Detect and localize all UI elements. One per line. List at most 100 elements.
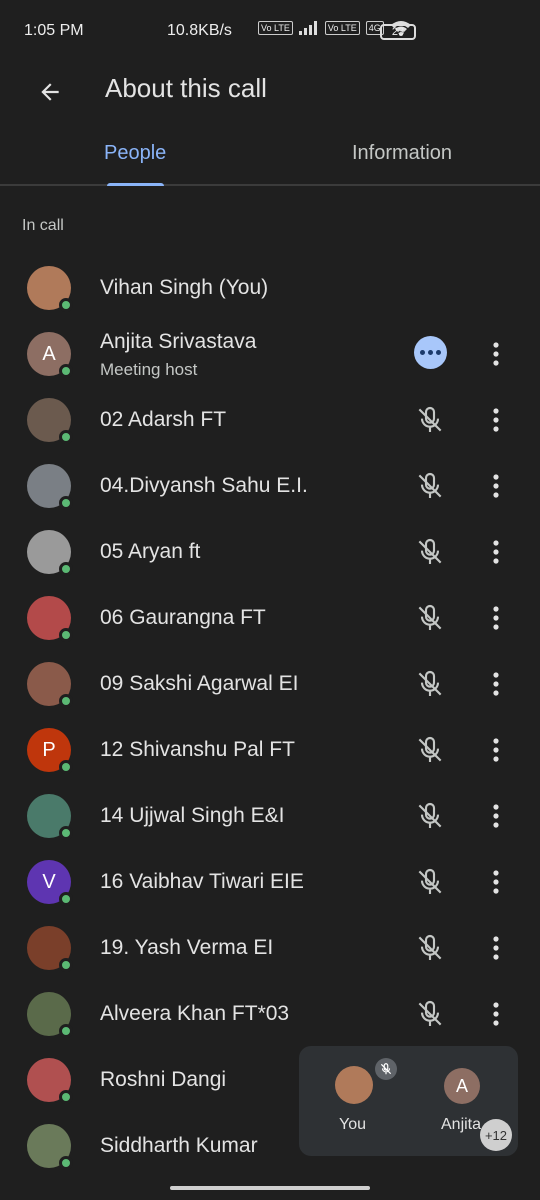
self-video-thumbnail [335, 1066, 373, 1104]
participant-name: 09 Sakshi Agarwal EI [100, 672, 299, 695]
avatar-wrap [27, 530, 73, 576]
participant-row[interactable]: V 16 Vaibhav Tiwari EIE [0, 848, 540, 914]
more-options-button[interactable] [484, 866, 508, 898]
more-options-button[interactable] [484, 932, 508, 964]
more-vert-icon [493, 342, 499, 366]
participant-row[interactable]: 19. Yash Verma EI [0, 914, 540, 980]
avatar-wrap [27, 266, 73, 312]
participant-row[interactable]: 14 Ujjwal Singh E&I [0, 782, 540, 848]
more-vert-icon [493, 672, 499, 696]
status-time: 1:05 PM [24, 22, 84, 39]
participant-name: 04.Divyansh Sahu E.I. [100, 474, 308, 497]
more-vert-icon [493, 1002, 499, 1026]
avatar-wrap [27, 464, 73, 510]
volte-badge-2: Vo LTE [324, 21, 360, 35]
online-status-dot [59, 364, 73, 378]
mic-off-icon [418, 406, 442, 432]
avatar-wrap [27, 992, 73, 1038]
mic-off-icon [418, 604, 442, 630]
more-options-button[interactable] [484, 404, 508, 436]
online-status-dot [59, 694, 73, 708]
battery-indicator: 23 [380, 24, 416, 40]
more-options-button[interactable] [484, 668, 508, 700]
back-button[interactable] [30, 72, 70, 112]
participant-row[interactable]: 05 Aryan ft [0, 518, 540, 584]
mic-off-icon [380, 1063, 392, 1075]
more-vert-icon [493, 804, 499, 828]
online-status-dot [59, 826, 73, 840]
more-options-button[interactable] [484, 800, 508, 832]
online-status-dot [59, 562, 73, 576]
more-vert-icon [493, 408, 499, 432]
more-options-button[interactable] [484, 734, 508, 766]
pip-label-you: You [339, 1116, 366, 1133]
participant-row[interactable]: P 12 Shivanshu Pal FT [0, 716, 540, 782]
participant-name: Roshni Dangi [100, 1068, 227, 1091]
participant-name: 16 Vaibhav Tiwari EIE [100, 870, 304, 893]
tab-people[interactable]: People [104, 142, 166, 165]
self-mic-off-badge [375, 1058, 397, 1080]
avatar-wrap [27, 1058, 73, 1104]
more-options-button[interactable] [484, 602, 508, 634]
tab-information[interactable]: Information [352, 142, 452, 165]
participant-row[interactable]: Vihan Singh (You) [0, 254, 540, 320]
participant-name: 05 Aryan ft [100, 540, 201, 563]
mic-off-icon [418, 934, 442, 960]
avatar-wrap [27, 596, 73, 642]
more-options-button[interactable] [484, 998, 508, 1030]
more-participants-badge: +12 [480, 1119, 512, 1151]
more-options-button[interactable] [484, 536, 508, 568]
home-indicator[interactable] [170, 1186, 370, 1190]
participant-name: 02 Adarsh FT [100, 408, 227, 431]
mic-off-icon [418, 670, 442, 696]
online-status-dot [59, 628, 73, 642]
tab-indicator [107, 183, 164, 186]
avatar-wrap: V [27, 860, 73, 906]
online-status-dot [59, 298, 73, 312]
mic-off-icon [418, 802, 442, 828]
tab-bar: People Information [0, 124, 540, 186]
more-options-button[interactable] [484, 470, 508, 502]
arrow-left-icon [41, 83, 59, 101]
online-status-dot [59, 958, 73, 972]
more-options-button[interactable] [484, 338, 508, 370]
participant-name: Siddharth Kumar [100, 1134, 258, 1157]
app-bar: About this call [0, 64, 540, 124]
call-pip-window[interactable]: You A Anjita +12 [299, 1046, 518, 1156]
participant-row[interactable]: A Anjita Srivastava Meeting host [0, 320, 540, 386]
mic-off-icon [418, 472, 442, 498]
mic-off-icon [418, 538, 442, 564]
mic-off-icon [418, 1000, 442, 1026]
participant-name: 12 Shivanshu Pal FT [100, 738, 295, 761]
online-status-dot [59, 1156, 73, 1170]
participant-row[interactable]: 06 Gaurangna FT [0, 584, 540, 650]
avatar-wrap [27, 794, 73, 840]
participant-name: Anjita Srivastava [100, 330, 257, 353]
online-status-dot [59, 496, 73, 510]
status-speed: 10.8KB/s [167, 22, 232, 39]
online-status-dot [59, 1090, 73, 1104]
volte-badge: Vo LTE [258, 21, 293, 35]
online-status-dot [59, 760, 73, 774]
signal-icon [298, 21, 317, 35]
avatar-wrap [27, 398, 73, 444]
avatar-wrap [27, 926, 73, 972]
avatar-wrap [27, 662, 73, 708]
more-vert-icon [493, 936, 499, 960]
participant-name: 06 Gaurangna FT [100, 606, 266, 629]
participant-row[interactable]: Alveera Khan FT*03 [0, 980, 540, 1046]
participant-name: Alveera Khan FT*03 [100, 1002, 290, 1025]
participant-row[interactable]: 04.Divyansh Sahu E.I. [0, 452, 540, 518]
mic-off-icon [418, 868, 442, 894]
section-label-in-call: In call [22, 217, 64, 234]
avatar-wrap: A [27, 332, 73, 378]
online-status-dot [59, 892, 73, 906]
online-status-dot [59, 430, 73, 444]
speaking-indicator-icon [414, 336, 447, 369]
participant-name: Vihan Singh (You) [100, 276, 269, 299]
participant-role: Meeting host [100, 360, 198, 379]
more-vert-icon [493, 738, 499, 762]
participant-row[interactable]: 02 Adarsh FT [0, 386, 540, 452]
page-title: About this call [105, 73, 267, 103]
participant-row[interactable]: 09 Sakshi Agarwal EI [0, 650, 540, 716]
